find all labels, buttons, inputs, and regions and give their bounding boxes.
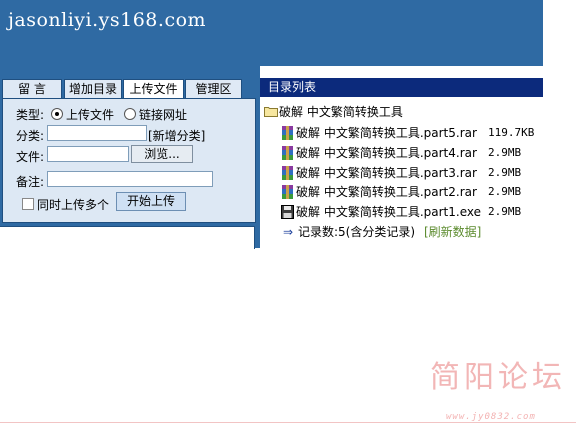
radio-link-url[interactable] — [124, 108, 136, 120]
category-input[interactable] — [47, 125, 147, 141]
folder-icon — [264, 107, 278, 117]
refresh-data-link[interactable]: [刷新数据] — [424, 224, 481, 240]
forum-watermark-url: www.jy0832.com — [446, 412, 536, 422]
rar-archive-icon — [282, 166, 293, 180]
arrow-right-icon: ⇒ — [283, 225, 294, 239]
file-name[interactable]: 破解 中文繁简转换工具.part2.rar — [296, 184, 477, 200]
file-size: 2.9MB — [488, 205, 522, 218]
header-banner: jasonliyi.ys168.com — [0, 0, 543, 66]
rar-archive-icon — [282, 185, 293, 199]
upload-multiple-checkbox[interactable] — [22, 198, 34, 210]
rar-archive-icon — [282, 126, 293, 140]
file-name[interactable]: 破解 中文繁简转换工具.part3.rar — [296, 165, 477, 181]
upload-form-panel: 类型: 上传文件 链接网址 分类: [新增分类] 文件: 浏览... 备注: 同… — [2, 98, 256, 223]
file-size: 2.9MB — [488, 146, 522, 159]
browse-button[interactable]: 浏览... — [131, 145, 193, 163]
tab-add-directory[interactable]: 增加目录 — [64, 79, 122, 98]
record-count: 记录数:5(含分类记录) — [298, 225, 416, 239]
file-size: 2.9MB — [488, 166, 522, 179]
file-name[interactable]: 破解 中文繁简转换工具.part1.exe — [296, 204, 481, 220]
lower-left-panel — [0, 226, 255, 249]
site-title: jasonliyi.ys168.com — [8, 9, 207, 31]
rar-archive-icon — [282, 146, 293, 160]
upload-multiple-label: 同时上传多个 — [37, 198, 110, 212]
directory-header: 目录列表 — [260, 78, 543, 97]
file-label: 文件: — [16, 150, 45, 164]
file-size: 2.9MB — [488, 185, 522, 198]
file-input[interactable] — [47, 146, 129, 162]
note-input[interactable] — [47, 171, 213, 187]
note-label: 备注: — [16, 175, 45, 189]
radio-link-url-label: 链接网址 — [139, 108, 188, 122]
radio-upload-file[interactable] — [51, 108, 63, 120]
new-category-link[interactable]: [新增分类] — [148, 127, 205, 144]
forum-watermark-logo: 简阳论坛 — [430, 360, 566, 395]
file-size: 119.7KB — [488, 126, 535, 139]
folder-name[interactable]: 破解 中文繁简转换工具 — [279, 104, 403, 120]
category-label: 分类: — [16, 129, 45, 143]
file-name[interactable]: 破解 中文繁简转换工具.part5.rar — [296, 125, 477, 141]
tab-message[interactable]: 留 言 — [2, 79, 62, 98]
tab-admin[interactable]: 管理区 — [185, 79, 242, 98]
start-upload-button[interactable]: 开始上传 — [116, 192, 186, 211]
type-label: 类型: — [16, 108, 45, 122]
floppy-exe-icon — [281, 205, 294, 219]
tab-upload-file[interactable]: 上传文件 — [123, 79, 184, 99]
file-name[interactable]: 破解 中文繁简转换工具.part4.rar — [296, 145, 477, 161]
watermark-divider — [0, 422, 576, 423]
radio-upload-file-label: 上传文件 — [66, 108, 115, 122]
